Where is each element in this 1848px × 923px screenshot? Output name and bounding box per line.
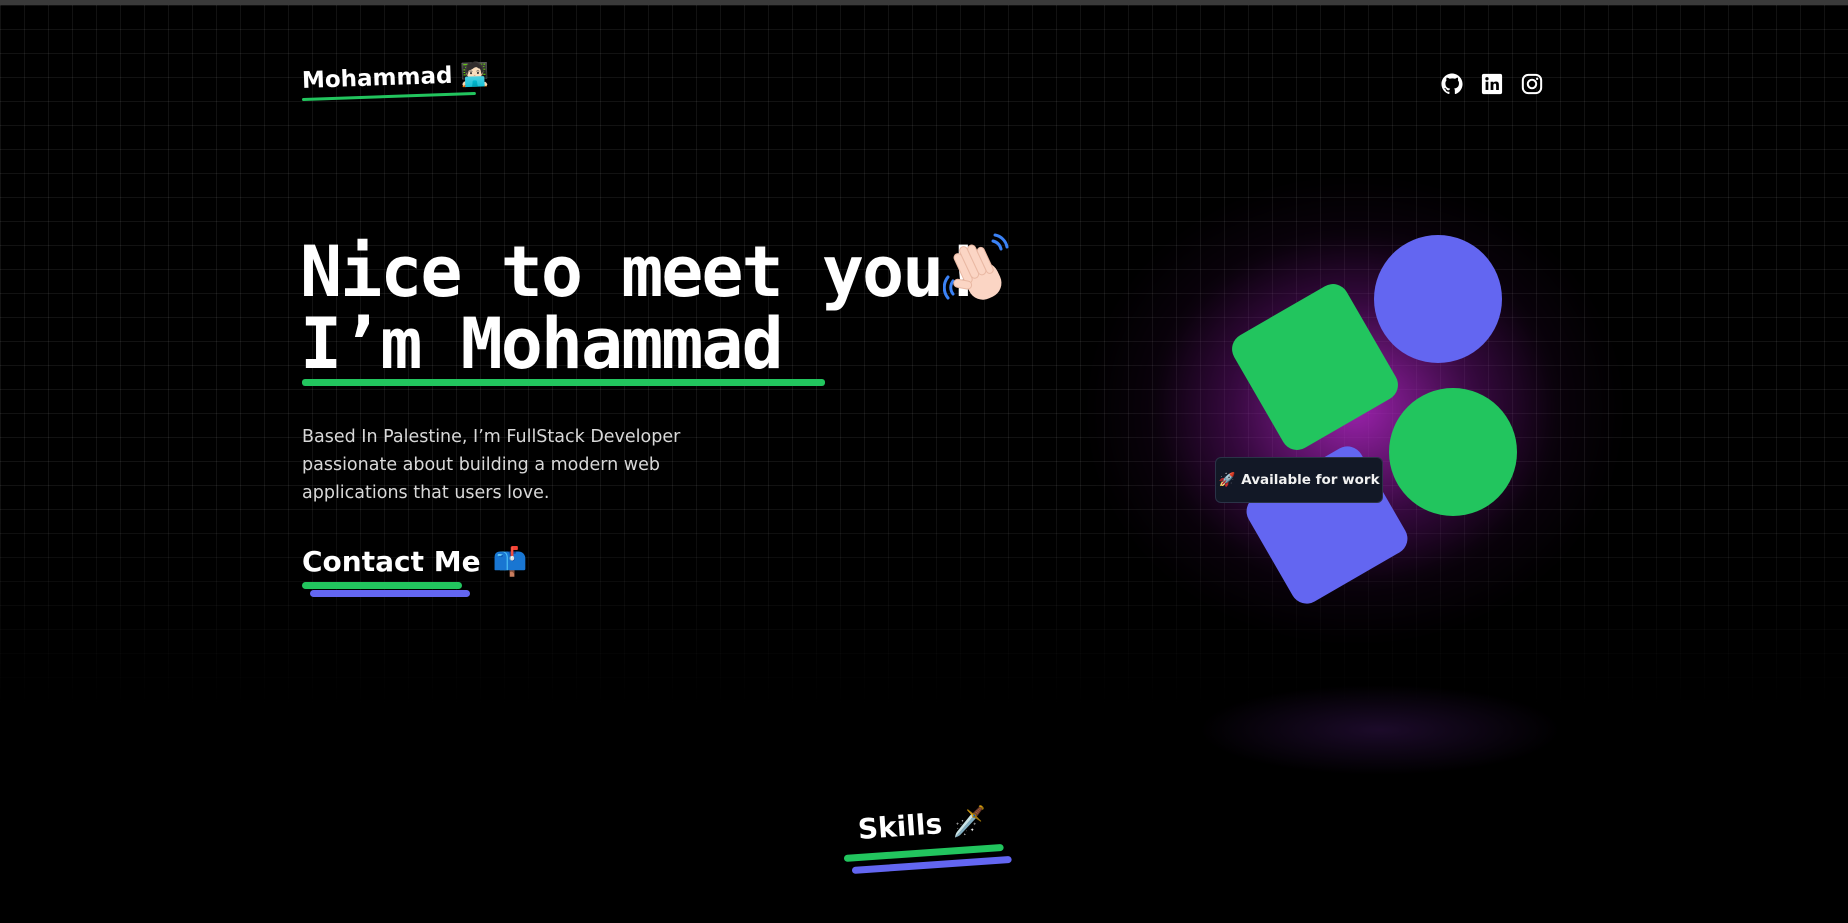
skills-title: Skills <box>856 807 944 846</box>
hero-line-2: I’m Mohammad <box>300 303 784 385</box>
green-circle-shape <box>1389 388 1517 516</box>
github-icon[interactable] <box>1440 72 1464 96</box>
waving-hand-icon <box>942 233 1023 313</box>
social-links <box>1440 72 1544 96</box>
contact-underline-green <box>302 582 462 589</box>
skills-heading: Skills 🗡️ <box>857 804 988 846</box>
dagger-icon: 🗡️ <box>950 804 988 840</box>
contact-label: Contact Me <box>302 545 481 578</box>
mailbox-icon: 📫 <box>492 545 528 578</box>
purple-circle-shape <box>1374 235 1502 363</box>
linkedin-icon[interactable] <box>1480 72 1504 96</box>
available-badge: 🚀 Available for work <box>1215 457 1383 503</box>
contact-underline-purple <box>310 590 470 597</box>
portfolio-page: Mohammad 🧑🏻‍💻 Nice to meet you! I’m Moha… <box>0 5 1848 923</box>
instagram-icon[interactable] <box>1520 72 1544 96</box>
name-underline <box>302 379 825 386</box>
bio-text: Based In Palestine, I’m FullStack Develo… <box>302 427 681 503</box>
logo-text: Mohammad <box>301 62 453 94</box>
rocket-icon: 🚀 <box>1218 472 1236 488</box>
logo-emoji: 🧑🏻‍💻 <box>459 61 490 89</box>
bottom-glow <box>1200 685 1560 775</box>
hero-line-1: Nice to meet you! <box>300 231 984 313</box>
contact-me-link[interactable]: Contact Me 📫 <box>302 545 527 578</box>
badge-text: Available for work <box>1241 472 1380 488</box>
